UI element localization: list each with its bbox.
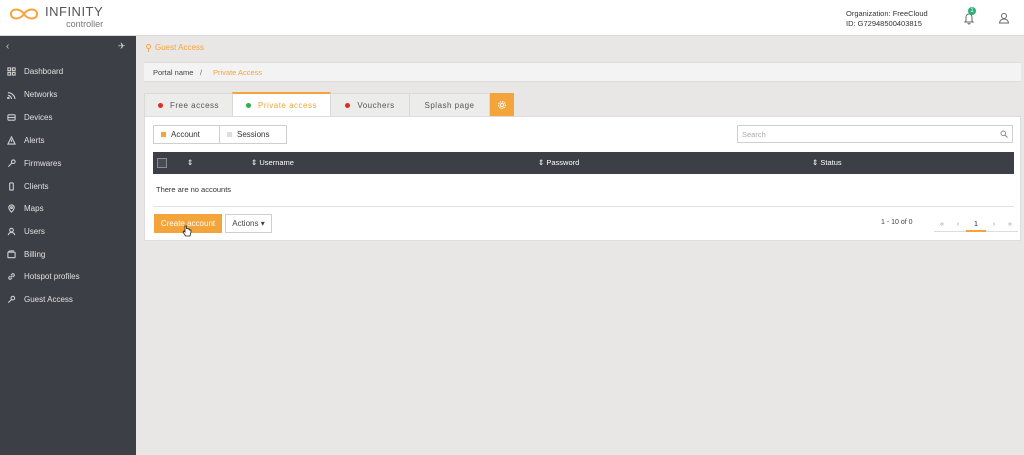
search-placeholder: Search	[742, 130, 766, 139]
top-bar: INFINITY controller Organization: FreeCl…	[0, 0, 1024, 36]
billing-icon	[6, 249, 16, 259]
active-indicator	[161, 132, 166, 137]
sidebar-item-billing[interactable]: Billing	[0, 243, 136, 265]
select-all-checkbox[interactable]	[157, 158, 167, 168]
key-icon	[146, 43, 151, 52]
sessions-toggle[interactable]: Sessions	[219, 125, 287, 144]
warning-icon	[6, 135, 16, 145]
empty-table-message: There are no accounts	[156, 185, 232, 194]
sidebar: ‹ ✈ Dashboard Networks Devices Alerts Fi…	[0, 36, 136, 455]
sidebar-item-clients[interactable]: Clients	[0, 175, 136, 197]
breadcrumb-current: Private Access	[213, 68, 263, 77]
pagination-range: 1 - 10 of 0	[881, 219, 913, 226]
tab-private-access[interactable]: Private access	[232, 92, 331, 116]
wrench-icon	[6, 158, 16, 168]
actions-dropdown[interactable]: Actions ▾	[225, 214, 272, 233]
tab-free-access[interactable]: Free access	[144, 93, 233, 116]
divider	[153, 206, 1014, 207]
last-page-button[interactable]: »	[1002, 216, 1018, 232]
sidebar-item-devices[interactable]: Devices	[0, 106, 136, 128]
breadcrumb-separator: /	[200, 68, 203, 77]
column-status[interactable]: ⇕ Status	[812, 158, 842, 167]
page-title: Guest Access	[145, 43, 204, 52]
sidebar-item-users[interactable]: Users	[0, 220, 136, 242]
organization-name: Organization: FreeCloud	[846, 9, 928, 18]
pin-icon[interactable]: ✈	[118, 41, 126, 52]
page-1-button[interactable]: 1	[966, 216, 986, 232]
sidebar-item-guest-access[interactable]: Guest Access	[0, 288, 136, 310]
hand-cursor-icon	[182, 225, 192, 237]
key-icon	[6, 294, 16, 304]
user-icon[interactable]	[998, 12, 1010, 24]
inactive-indicator	[227, 132, 232, 137]
breadcrumb-portal[interactable]: Portal name	[153, 68, 193, 77]
logo-subtitle: controller	[66, 19, 104, 29]
search-icon[interactable]	[1000, 130, 1008, 138]
column-username[interactable]: ⇕ Username	[251, 158, 294, 167]
tab-splash-page[interactable]: Splash page	[409, 93, 490, 116]
status-dot-red	[157, 102, 163, 108]
sidebar-item-alerts[interactable]: Alerts	[0, 129, 136, 151]
tab-vouchers[interactable]: Vouchers	[330, 93, 410, 116]
infinity-logo-icon	[9, 8, 39, 20]
breadcrumb: Portal name / Private Access	[144, 62, 1021, 82]
status-dot-red	[345, 102, 351, 108]
link-icon	[6, 271, 16, 281]
organization-id: ID: G72948500403815	[846, 19, 922, 28]
table-header: ⇕ ⇕ Username ⇕ Password ⇕ Status	[153, 152, 1014, 174]
gear-icon	[497, 100, 507, 109]
grid-icon	[6, 66, 16, 76]
pagination: « ‹ 1 › »	[934, 216, 1018, 232]
collapse-sidebar-icon[interactable]: ‹	[6, 41, 9, 52]
search-input[interactable]: Search	[737, 125, 1013, 143]
notification-badge: 1	[968, 7, 976, 15]
column-password[interactable]: ⇕ Password	[538, 158, 579, 167]
sort-icon[interactable]: ⇕	[187, 158, 193, 167]
phone-icon	[6, 181, 16, 191]
prev-page-button[interactable]: ‹	[950, 216, 966, 232]
sidebar-item-dashboard[interactable]: Dashboard	[0, 60, 136, 82]
account-toggle[interactable]: Account	[153, 125, 220, 144]
logo-title: INFINITY	[45, 4, 104, 19]
users-icon	[6, 226, 16, 236]
first-page-button[interactable]: «	[934, 216, 950, 232]
content-panel: Account Sessions Search ⇕ ⇕ Username ⇕ P…	[144, 116, 1021, 241]
tab-settings[interactable]	[490, 93, 514, 116]
map-pin-icon	[6, 203, 16, 213]
sidebar-item-firmwares[interactable]: Firmwares	[0, 152, 136, 174]
wifi-icon	[6, 89, 16, 99]
next-page-button[interactable]: ›	[986, 216, 1002, 232]
sidebar-item-networks[interactable]: Networks	[0, 83, 136, 105]
organization-info: Organization: FreeCloud ID: G72948500403…	[846, 9, 928, 29]
status-dot-green	[245, 102, 251, 108]
sidebar-item-hotspot-profiles[interactable]: Hotspot profiles	[0, 265, 136, 287]
device-icon	[6, 112, 16, 122]
logo[interactable]: INFINITY controller	[8, 5, 103, 33]
sidebar-item-maps[interactable]: Maps	[0, 197, 136, 219]
